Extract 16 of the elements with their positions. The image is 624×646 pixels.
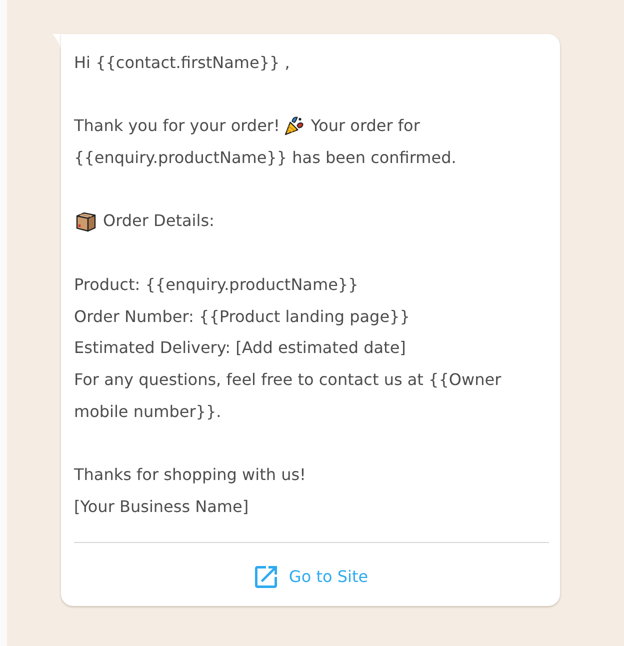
message-text: Your order for xyxy=(310,115,420,138)
message-text: Hi {{contact.firstName}} , xyxy=(74,52,290,74)
party-popper-icon xyxy=(284,116,304,136)
external-link-icon xyxy=(254,566,277,588)
message-text: Order Details: xyxy=(103,210,214,232)
site-link[interactable]: Go to Site xyxy=(254,564,368,589)
message-text: Thanks for shopping with us! xyxy=(74,464,306,486)
message-text: Order Number: {{Product landing page}} xyxy=(74,306,410,328)
message-text: Estimated Delivery: [Add estimated date] xyxy=(74,337,406,360)
message-text: Thank you for your order! xyxy=(74,115,280,138)
message-text: Product: {{enquiry.productName}} xyxy=(74,274,358,296)
package-icon xyxy=(76,210,96,232)
message-text: [Your Business Name] xyxy=(74,496,249,518)
message-text: {{enquiry.productName}} has been confirmed. xyxy=(74,147,456,170)
message-text: mobile number}}. xyxy=(74,400,222,423)
message-text: For any questions, feel free to contact us at {{Owner xyxy=(74,368,502,391)
